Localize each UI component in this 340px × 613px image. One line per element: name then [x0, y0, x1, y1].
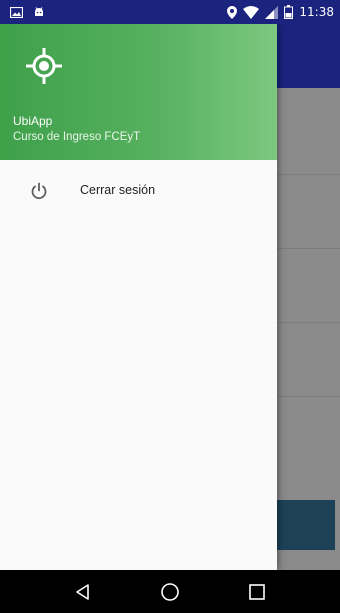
drawer-header: UbiApp Curso de Ingreso FCEyT [0, 24, 277, 160]
image-icon [10, 6, 23, 18]
back-icon[interactable] [71, 580, 95, 604]
location-target-icon [24, 46, 64, 86]
power-icon [30, 182, 48, 200]
android-icon [33, 6, 45, 18]
recents-icon[interactable] [245, 580, 269, 604]
home-icon[interactable] [158, 580, 182, 604]
status-right: 11:38 [227, 5, 334, 19]
menu-item-logout[interactable]: Cerrar sesión [0, 170, 277, 212]
menu-item-label: Cerrar sesión [80, 183, 156, 197]
drawer-app-name: UbiApp [13, 114, 53, 128]
status-time: 11:38 [299, 5, 334, 19]
status-left [10, 6, 45, 18]
app-card [276, 500, 335, 550]
drawer-subtitle: Curso de Ingreso FCEyT [13, 131, 141, 143]
status-bar: 11:38 [0, 0, 340, 24]
signal-icon [265, 5, 279, 19]
screen: 11:38 UbiApp Curso de Ingreso FCEyT Cerr… [0, 0, 340, 613]
navigation-drawer: UbiApp Curso de Ingreso FCEyT Cerrar ses… [0, 24, 277, 570]
navigation-bar [0, 570, 340, 613]
battery-icon [284, 5, 294, 19]
wifi-icon [243, 5, 260, 19]
location-icon [227, 5, 238, 19]
